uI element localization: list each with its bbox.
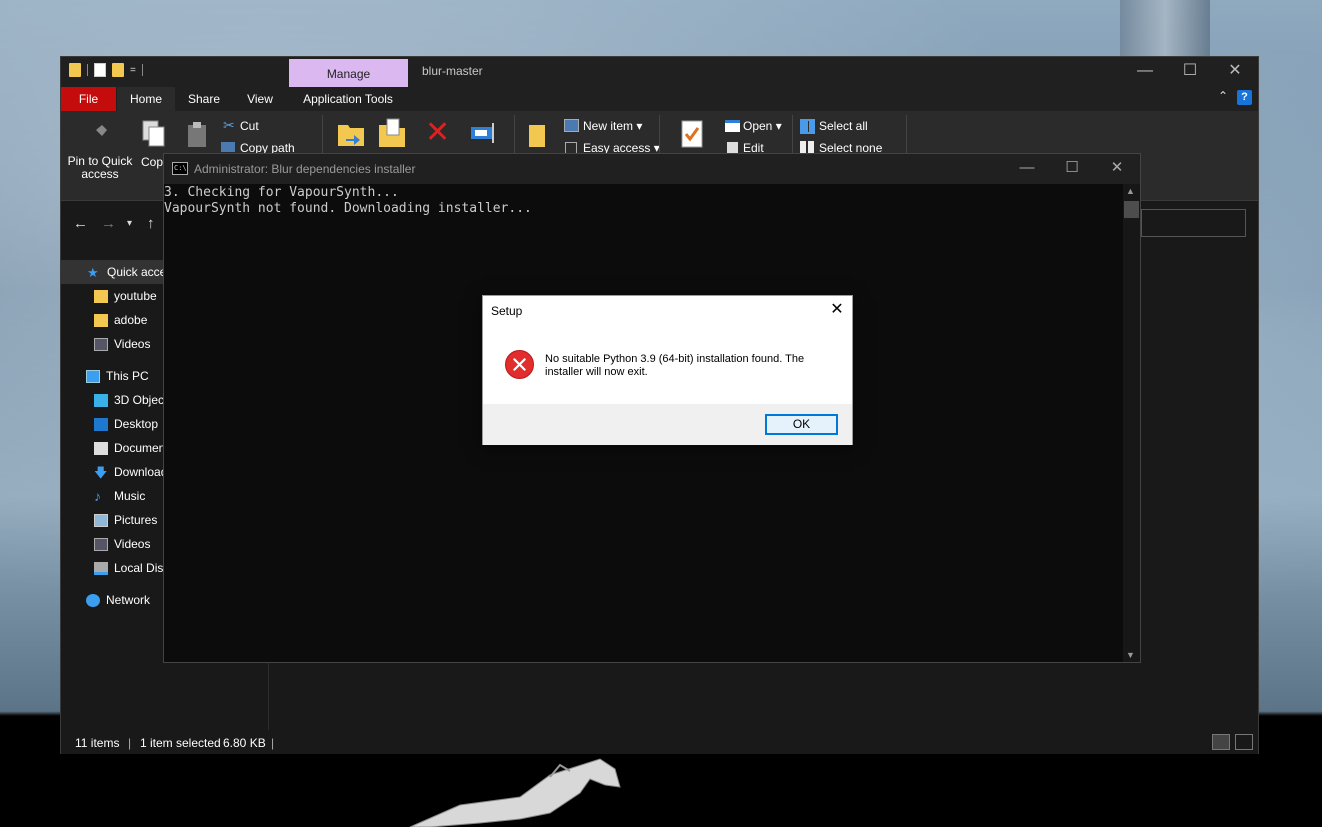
- drive-icon: [94, 561, 108, 575]
- open-label: Open: [743, 119, 773, 133]
- ribbon-tabs: File Home Share View Application Tools: [61, 87, 1258, 111]
- console-line: VapourSynth not found. Downloading insta…: [164, 201, 532, 216]
- minimize-button[interactable]: —: [1122, 57, 1168, 87]
- sidebar-item-label: Network: [106, 593, 151, 607]
- large-icons-view-icon[interactable]: [1235, 734, 1253, 750]
- downloads-icon: 🡇: [94, 464, 108, 480]
- open-button[interactable]: Open ▾: [743, 119, 782, 133]
- console-close-button[interactable]: ✕: [1094, 154, 1140, 184]
- cut-button[interactable]: Cut: [240, 119, 259, 133]
- sidebar-item-label: Music: [114, 489, 146, 503]
- pc-icon: [86, 369, 100, 383]
- select-all-button[interactable]: Select all: [819, 119, 868, 133]
- tab-view[interactable]: View: [236, 87, 284, 111]
- paste-icon: [188, 122, 206, 147]
- search-input[interactable]: [1141, 209, 1246, 237]
- tab-home[interactable]: Home: [117, 87, 175, 111]
- scroll-up-icon[interactable]: ▲: [1126, 186, 1135, 196]
- selection-size: 6.80 KB: [223, 736, 266, 750]
- sidebar-item-label: youtube: [114, 289, 157, 303]
- dialog-title: Setup: [491, 304, 523, 318]
- sidebar-item-label: Pictures: [114, 513, 158, 527]
- recent-locations-chevron-icon[interactable]: ▾: [127, 218, 132, 229]
- console-app-icon: C:\: [172, 162, 188, 175]
- pin-icon: [95, 125, 107, 137]
- ok-button[interactable]: OK: [765, 414, 838, 435]
- tab-file[interactable]: File: [61, 87, 116, 111]
- dialog-close-icon[interactable]: ✕: [828, 300, 846, 320]
- selection-status: 1 item selected: [140, 736, 221, 750]
- 3d-objects-icon: [94, 393, 108, 407]
- quick-access-toolbar: =: [69, 63, 143, 77]
- tab-manage[interactable]: Manage: [289, 59, 408, 87]
- new-folder-icon[interactable]: [112, 63, 124, 77]
- console-maximize-button[interactable]: ☐: [1049, 154, 1095, 184]
- status-divider: |: [128, 736, 132, 750]
- videos-icon: [94, 537, 108, 551]
- status-divider: |: [271, 736, 275, 750]
- scrollbar-thumb[interactable]: [1124, 201, 1139, 218]
- setup-error-dialog: Setup ✕ No suitable Python 3.9 (64-bit) …: [482, 295, 853, 445]
- sidebar-item-label: Videos: [114, 537, 151, 551]
- cut-icon: ✂: [223, 117, 235, 133]
- explorer-titlebar[interactable]: = Manage blur-master — ☐ ✕: [61, 57, 1258, 87]
- item-count: 11 items: [75, 736, 120, 750]
- desktop-icon: [94, 417, 108, 431]
- collapse-ribbon-icon[interactable]: ⌃: [1218, 89, 1228, 103]
- star-icon: ★: [87, 264, 99, 280]
- move-to-icon[interactable]: [336, 119, 366, 149]
- rename-icon[interactable]: [469, 121, 499, 145]
- videos-icon: [94, 337, 108, 351]
- sidebar-item-label: Desktop: [114, 417, 159, 431]
- dialog-button-bar: OK: [483, 404, 852, 445]
- copy-icon: [142, 120, 165, 147]
- toolbar-divider: [141, 64, 143, 76]
- copy-to-icon[interactable]: [377, 117, 407, 149]
- sidebar-item-label: adobe: [114, 313, 148, 327]
- up-arrow-icon[interactable]: ↑: [147, 215, 155, 232]
- forward-arrow-icon[interactable]: →: [101, 215, 116, 232]
- status-bar: 11 items | 1 item selected 6.80 KB |: [61, 730, 1258, 754]
- new-item-label: New item: [583, 119, 634, 133]
- details-view-icon[interactable]: [1212, 734, 1230, 750]
- new-item-button[interactable]: New item ▾: [583, 119, 642, 133]
- new-item-icon: [564, 119, 579, 132]
- documents-icon: [94, 441, 108, 455]
- copy-path-icon: [221, 142, 235, 152]
- toolbar-divider: [87, 64, 88, 76]
- back-arrow-icon[interactable]: ←: [73, 215, 88, 232]
- tab-application-tools[interactable]: Application Tools: [293, 87, 403, 111]
- new-folder-icon[interactable]: [527, 121, 547, 149]
- music-icon: ♪: [94, 487, 101, 504]
- scroll-down-icon[interactable]: ▼: [1126, 650, 1135, 660]
- sidebar-item-label: This PC: [106, 369, 149, 383]
- tab-share[interactable]: Share: [179, 87, 229, 111]
- error-icon: [505, 350, 534, 379]
- console-title: Administrator: Blur dependencies install…: [194, 162, 416, 176]
- pin-to-quick-access-button[interactable]: Pin to Quick access: [67, 155, 133, 181]
- console-minimize-button[interactable]: —: [1004, 154, 1050, 184]
- maximize-button[interactable]: ☐: [1167, 57, 1213, 87]
- horse-logo-image: [409, 758, 621, 827]
- console-scrollbar[interactable]: ▲ ▼: [1123, 184, 1140, 662]
- properties-icon[interactable]: [680, 119, 704, 149]
- close-button[interactable]: ✕: [1212, 57, 1258, 87]
- dialog-message: No suitable Python 3.9 (64-bit) installa…: [545, 353, 805, 378]
- customize-toolbar-icon[interactable]: =: [130, 65, 136, 76]
- folder-icon: [94, 313, 108, 327]
- console-line: 3. Checking for VapourSynth...: [164, 185, 399, 200]
- select-all-icon: [800, 119, 815, 134]
- open-icon: [725, 120, 740, 132]
- window-title: blur-master: [422, 64, 483, 78]
- network-icon: [86, 593, 100, 607]
- console-titlebar[interactable]: C:\ Administrator: Blur dependencies ins…: [164, 154, 1140, 184]
- delete-icon[interactable]: ✕: [425, 115, 450, 150]
- folder-icon: [94, 289, 108, 303]
- folder-icon[interactable]: [69, 63, 81, 77]
- sidebar-item-label: Videos: [114, 337, 151, 351]
- pictures-icon: [94, 513, 108, 527]
- help-icon[interactable]: ?: [1237, 90, 1252, 105]
- properties-icon[interactable]: [94, 63, 106, 77]
